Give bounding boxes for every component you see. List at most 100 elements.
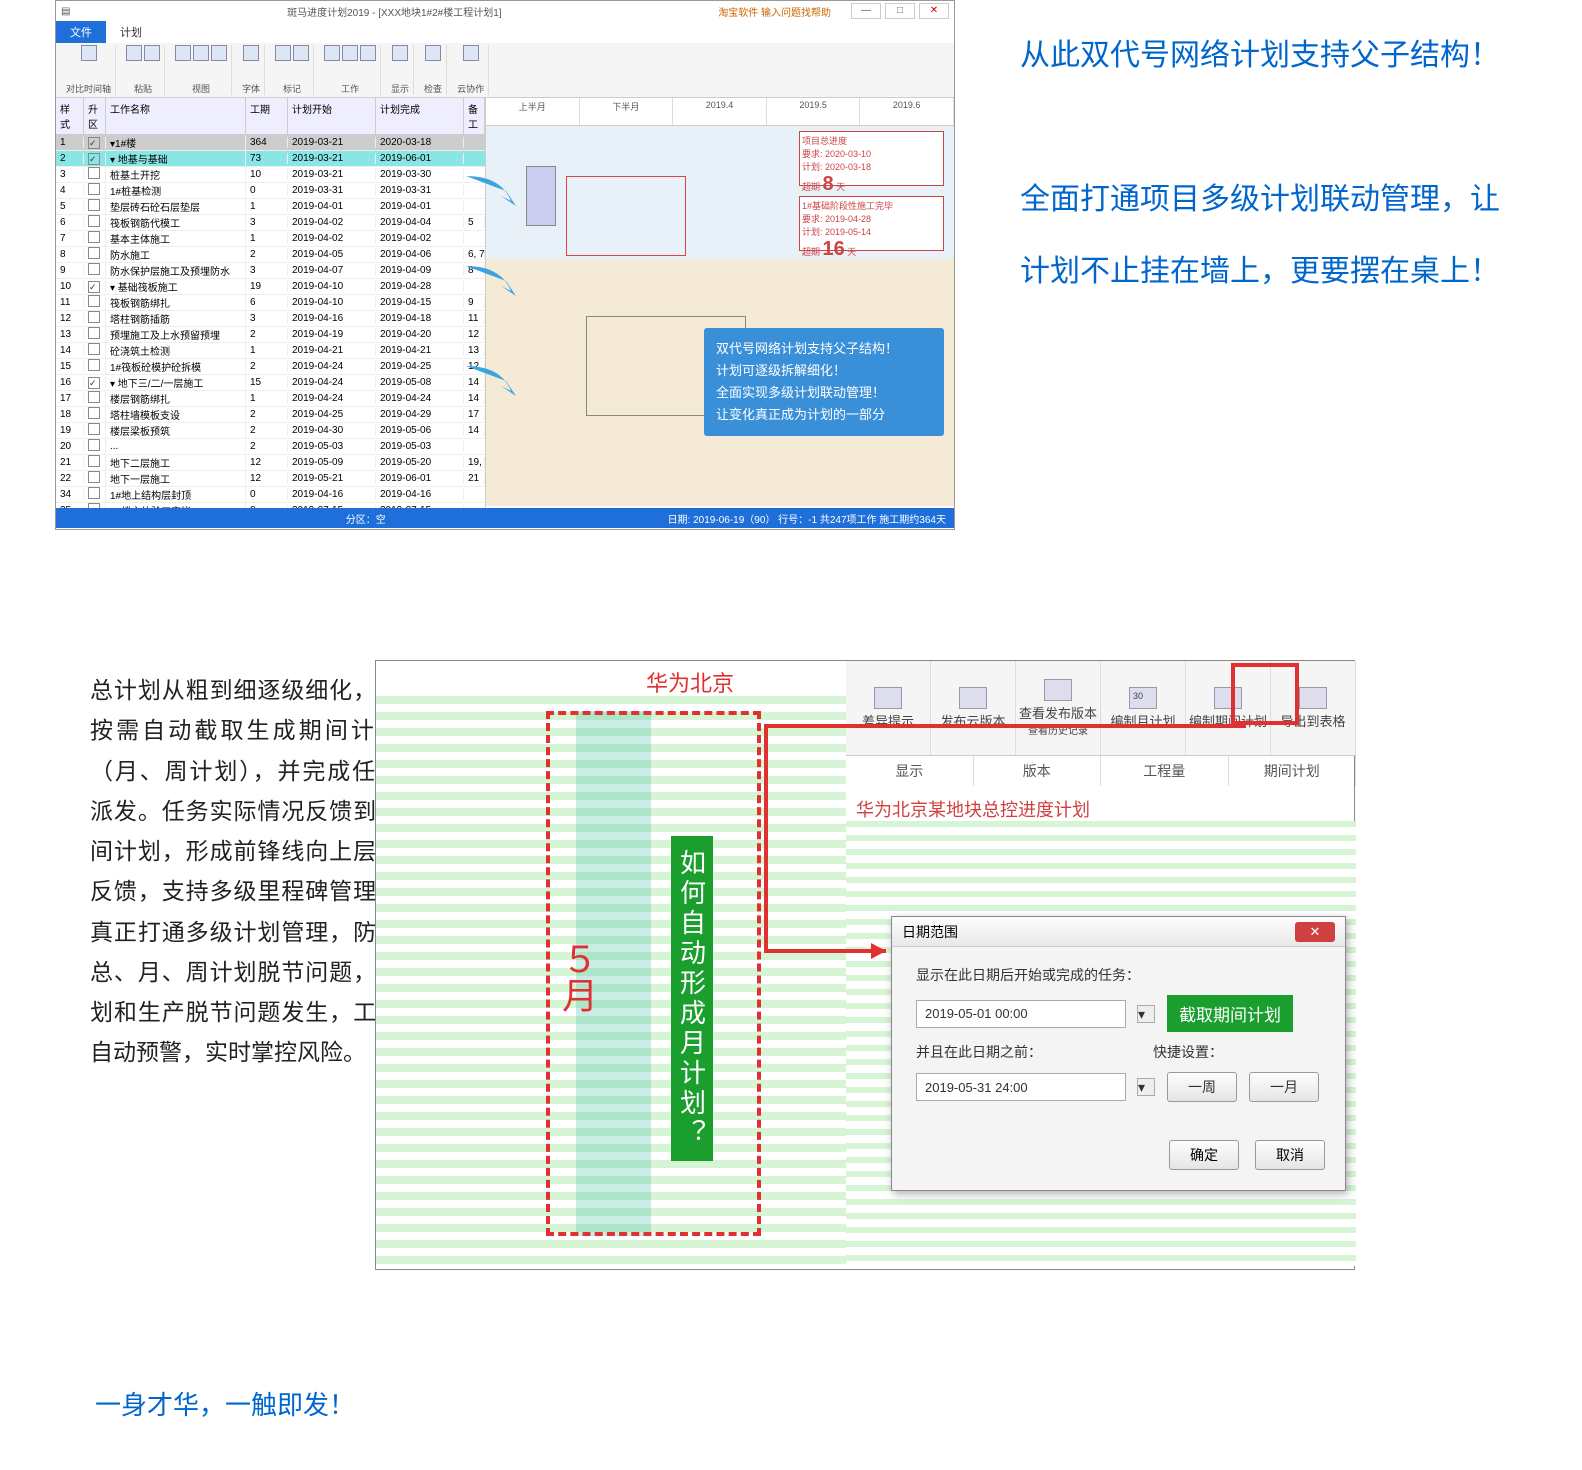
checkbox[interactable] [88,327,100,339]
ribbon-group-cloud[interactable]: 云协作 [453,45,489,95]
task-row[interactable]: 2▾ 地基与基础732019-03-212019-06-01 [56,151,485,167]
ribbon-group-compare[interactable]: 对比时间轴 [62,45,116,95]
gantt-task-box [566,176,686,256]
ribbon-publish[interactable]: 发布云版本 [931,661,1016,755]
dialog-titlebar[interactable]: 日期范围 ✕ [892,917,1345,947]
checkbox[interactable] [88,263,100,275]
task-row[interactable]: 1▾1#楼3642019-03-212020-03-18 [56,135,485,151]
ribbon-group-work[interactable]: 工作 [320,45,381,95]
checkbox[interactable] [88,439,100,451]
ribbon-sub-tabs: 显示 版本 工程量 期间计划 [846,756,1356,786]
ribbon-group-show[interactable]: 显示 [387,45,414,95]
checkbox[interactable] [88,281,100,293]
cancel-button[interactable]: 取消 [1255,1140,1325,1170]
subtab-version[interactable]: 版本 [974,756,1102,786]
ribbon-group-mark[interactable]: 标记 [271,45,314,95]
checkbox[interactable] [88,471,100,483]
task-row[interactable]: 14砼浇筑土检测12019-04-212019-04-2113 [56,343,485,359]
task-row[interactable]: 351#楼主体验工完毕02019-07-152019-07-15 [56,503,485,508]
date-range-dialog: 日期范围 ✕ 显示在此日期后开始或完成的任务： 2019-05-01 00:00… [891,916,1346,1191]
checkbox[interactable] [88,455,100,467]
task-table[interactable]: 样式 升区 工作名称 工期 计划开始 计划完成 备工 1▾1#楼3642019-… [56,98,486,508]
task-row[interactable]: 12塔柱钢筋插筋32019-04-162019-04-1811 [56,311,485,327]
date-picker-icon[interactable]: ▾ [1137,1005,1155,1023]
dialog-close-button[interactable]: ✕ [1295,922,1335,942]
gantt-chart[interactable]: 上半月 下半月 2019.4 2019.5 2019.6 项目总进度 要求: 2… [486,98,954,508]
checkbox[interactable] [88,215,100,227]
task-row[interactable]: 9防水保护层施工及预埋防水32019-04-072019-04-098 [56,263,485,279]
titlebar: ▤ 斑马进度计划2019 - [XXX地块1#2#楼工程计划1] 淘宝软件 输入… [56,1,954,21]
quick-set-label: 快捷设置： [1153,1042,1223,1062]
checkbox[interactable] [88,391,100,403]
close-button[interactable]: ✕ [919,3,949,19]
font-icon [243,45,259,61]
ribbon-group-paste[interactable]: 粘贴 [122,45,165,95]
task-row[interactable]: 3桩基土开挖102019-03-212019-03-30 [56,167,485,183]
task-row[interactable]: 19楼层梁板预筑22019-04-302019-05-0614 [56,423,485,439]
task-row[interactable]: 22地下一层施工122019-05-212019-06-0121 [56,471,485,487]
menu-tabs: 文件 计划 [56,21,954,43]
task-row[interactable]: 16▾ 地下三/二/一层施工152019-04-242019-05-0814 [56,375,485,391]
checkbox[interactable] [88,377,100,389]
checkbox[interactable] [88,359,100,371]
task-row[interactable]: 5垫层砖石砼石层垫层12019-04-012019-04-01 [56,199,485,215]
tab-file[interactable]: 文件 [56,21,106,43]
task-row[interactable]: 17楼层钢筋绑扎12019-04-242019-04-2414 [56,391,485,407]
compare-icon [81,45,97,61]
checkbox[interactable] [88,231,100,243]
task-row[interactable]: 21地下二层施工122019-05-092019-05-2019, 20 [56,455,485,471]
maximize-button[interactable]: □ [885,3,915,19]
one-week-button[interactable]: 一周 [1167,1072,1237,1102]
checkbox[interactable] [88,487,100,499]
ribbon-group-view[interactable]: 视图 [171,45,232,95]
tab-plan[interactable]: 计划 [106,21,156,43]
task-row[interactable]: 10▾ 基础筏板施工192019-04-102019-04-28 [56,279,485,295]
ribbon-group-font[interactable]: 字体 [238,45,265,95]
checkbox[interactable] [88,153,100,165]
task-row[interactable]: 7基本主体施工12019-04-022019-04-02 [56,231,485,247]
end-date-input[interactable]: 2019-05-31 24:00 [916,1073,1126,1101]
task-row[interactable]: 41#桩基检测02019-03-312019-03-31 [56,183,485,199]
checkbox[interactable] [88,199,100,211]
task-row[interactable]: 341#地上结构层封顶02019-04-162019-04-16 [56,487,485,503]
subtab-qty[interactable]: 工程量 [1101,756,1229,786]
checkbox[interactable] [88,295,100,307]
ok-button[interactable]: 确定 [1169,1140,1239,1170]
flag-icon [293,45,309,61]
ribbon-month-plan[interactable]: 30编制月计划 [1101,661,1186,755]
cloud-sync-icon [463,45,479,61]
layout-icon [211,45,227,61]
task-row[interactable]: 6筏板钢筋代模工32019-04-022019-04-045 [56,215,485,231]
task-row[interactable]: 18塔柱墙模板支设22019-04-252019-04-2917 [56,407,485,423]
checkbox[interactable] [88,183,100,195]
ribbon-group-check[interactable]: 检查 [420,45,447,95]
ribbon-diff[interactable]: 差异提示 [846,661,931,755]
task-row[interactable]: 13预埋施工及上水预留预埋22019-04-192019-04-2012 [56,327,485,343]
start-date-input[interactable]: 2019-05-01 00:00 [916,1000,1126,1028]
checkbox[interactable] [88,423,100,435]
subtab-show[interactable]: 显示 [846,756,974,786]
checkbox[interactable] [88,247,100,259]
checkbox[interactable] [88,407,100,419]
gantt-task-box [526,166,556,226]
checkbox[interactable] [88,343,100,355]
one-month-button[interactable]: 一月 [1249,1072,1319,1102]
mark-icon [275,45,291,61]
checkbox[interactable] [88,137,100,149]
date-picker-icon[interactable]: ▾ [1137,1078,1155,1096]
ribbon-history[interactable]: 查看发布版本查看历史记录 [1016,661,1101,755]
minimize-button[interactable]: — [851,3,881,19]
task-row[interactable]: 20...22019-05-032019-05-03 [56,439,485,455]
checkbox[interactable] [88,503,100,508]
description-text: 总计划从粗到细逐级细化，可按需自动截取生成期间计划（月、周计划），并完成任务派发… [90,670,400,1073]
plan-subtitle: 华为北京某地块总控进度计划 [856,796,1090,822]
task-row[interactable]: 11筏板钢筋绑扎62019-04-102019-04-159 [56,295,485,311]
task-row[interactable]: 151#筏板砼模护砼拆模22019-04-242019-04-2512 [56,359,485,375]
check-icon [425,45,441,61]
ribbon-toolbar: 对比时间轴 粘贴 视图 字体 标记 工作 显示 检查 云协作 [56,43,954,98]
task-row[interactable]: 8防水施工22019-04-052019-04-066, 7 [56,247,485,263]
checkbox[interactable] [88,311,100,323]
start-date-label: 显示在此日期后开始或完成的任务： [916,965,1321,985]
subtab-period[interactable]: 期间计划 [1229,756,1357,786]
checkbox[interactable] [88,167,100,179]
